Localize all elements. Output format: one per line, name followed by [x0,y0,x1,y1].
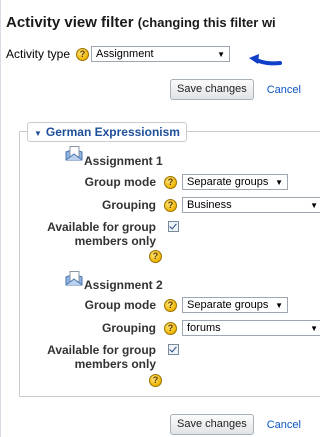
activity-type-select[interactable]: Assignment ▼ [91,46,231,62]
help-icon[interactable]: ? [164,321,177,335]
help-icon[interactable]: ? [149,250,162,263]
assignment-2-group-mode-value: Separate groups [187,299,269,311]
assignment-2-grouping-select[interactable]: forums ▼ [182,320,320,336]
group-mode-label: Group mode [84,175,156,189]
assignment-2-title-row: Assignment 2 [84,278,163,292]
available-label-line1: Available for group [47,343,156,357]
section-name: German Expressionism [45,125,180,139]
group-mode-label: Group mode [84,298,156,312]
chevron-down-icon: ▼ [275,177,283,187]
chevron-down-icon: ▼ [217,49,226,59]
assignment-1-group-mode-row: Group mode ? Separate groups ▼ [70,174,288,190]
assignment-2-grouping-value: forums [187,322,221,334]
cancel-link-top[interactable]: Cancel [267,84,301,96]
activity-type-row: Activity type ? Assignment ▼ [6,46,231,62]
cancel-link-bottom[interactable]: Cancel [267,419,301,431]
assignment-1-group-mode-value: Separate groups [187,176,269,188]
activity-type-value: Assignment [96,48,154,60]
section-legend[interactable]: ▼ German Expressionism [27,122,187,142]
assignment-1-available-label: Available for group members only [22,220,156,248]
assignment-1-name[interactable]: Assignment 1 [84,154,163,168]
assignment-icon [65,146,83,161]
assignment-2-group-mode-row: Group mode ? Separate groups ▼ [70,297,288,313]
grouping-label: Grouping [102,321,156,335]
chevron-down-icon: ▼ [310,323,318,333]
assignment-1-grouping-value: Business [187,199,232,211]
assignment-2-group-mode-select[interactable]: Separate groups ▼ [182,297,288,313]
help-icon[interactable]: ? [164,198,177,212]
assignment-1-group-mode-select[interactable]: Separate groups ▼ [182,174,288,190]
available-label-line1: Available for group [47,220,156,234]
save-changes-button-bottom[interactable]: Save changes [170,414,254,435]
top-actions: Save changes Cancel [170,79,301,100]
chevron-down-icon: ▼ [310,200,318,210]
assignment-icon [65,271,83,286]
collapse-triangle-icon: ▼ [34,129,42,138]
grouping-label: Grouping [102,198,156,212]
assignment-1-available-checkbox[interactable] [168,221,179,232]
available-label-line2: members only [74,357,156,371]
assignment-1-title-row: Assignment 1 [84,154,163,168]
assignment-2-grouping-row: Grouping ? forums ▼ [70,320,320,336]
assignment-2-name[interactable]: Assignment 2 [84,278,163,292]
available-label-line2: members only [74,234,156,248]
assignment-1-grouping-row: Grouping ? Business ▼ [70,197,320,213]
help-icon[interactable]: ? [76,47,90,61]
activity-type-label: Activity type [6,47,71,61]
page-title: Activity view filter (changing this filt… [6,14,276,31]
bottom-actions: Save changes Cancel [170,414,301,435]
chevron-down-icon: ▼ [275,300,283,310]
assignment-2-available-label: Available for group members only [22,343,156,371]
help-icon[interactable]: ? [164,175,177,189]
help-icon[interactable]: ? [149,374,162,387]
arrow-annotation-icon [249,54,282,66]
help-icon[interactable]: ? [164,298,177,312]
page-title-sub: (changing this filter wi [137,15,276,30]
assignment-1-grouping-select[interactable]: Business ▼ [182,197,320,213]
page-title-main: Activity view filter [6,14,134,31]
assignment-2-available-checkbox[interactable] [168,344,179,355]
save-changes-button-top[interactable]: Save changes [170,79,254,100]
